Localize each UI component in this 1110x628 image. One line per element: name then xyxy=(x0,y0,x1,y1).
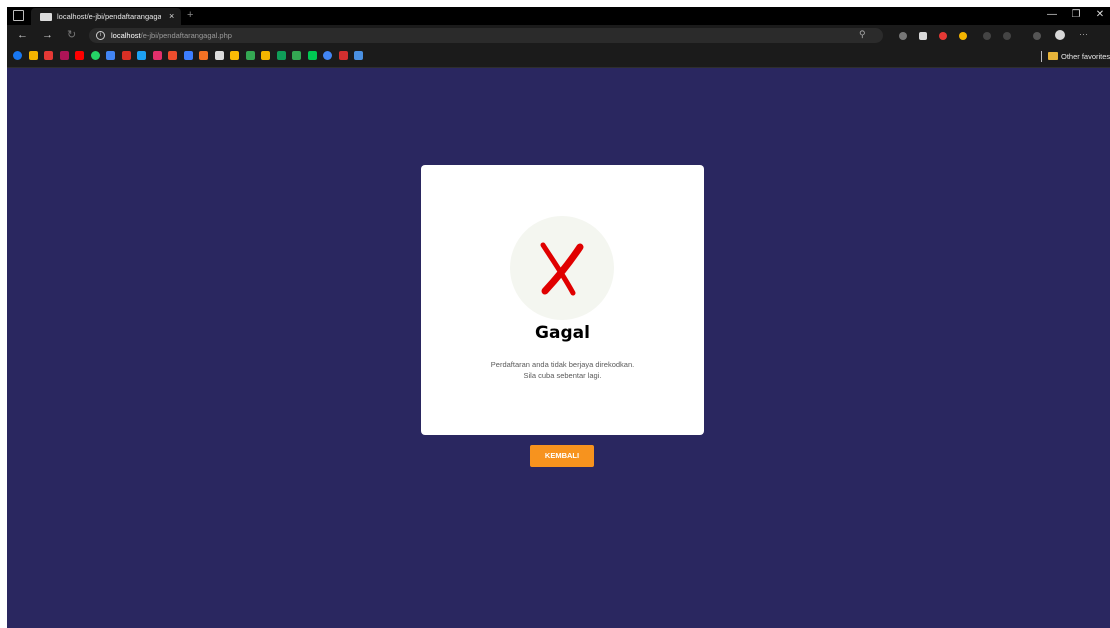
bookmark-shield-icon[interactable] xyxy=(59,51,69,60)
bookmark-google-icon[interactable] xyxy=(323,51,332,60)
bookmark-drive-icon[interactable] xyxy=(245,51,255,60)
tab-active[interactable]: localhost/e-jbi/pendaftarangagal.php × xyxy=(31,8,181,25)
refresh-icon[interactable]: ↻ xyxy=(67,28,76,42)
bookmark-flag-icon[interactable] xyxy=(44,51,53,60)
status-circle xyxy=(510,216,614,320)
address-bar[interactable]: i localhost/e-jbi/pendaftarangagal.php ⚲ xyxy=(89,28,883,43)
other-favorites-link[interactable]: Other favorites xyxy=(1061,51,1110,62)
bookmarks-bar: Other favorites xyxy=(7,46,1110,68)
back-icon[interactable]: ← xyxy=(17,28,28,42)
bookmark-link-icon[interactable] xyxy=(338,51,348,60)
profile-avatar-icon[interactable] xyxy=(1055,30,1065,40)
close-window-icon[interactable]: ✕ xyxy=(1089,9,1110,21)
message-line-1: Perdaftaran anda tidak berjaya direkodka… xyxy=(490,360,635,369)
site-info-icon[interactable]: i xyxy=(96,31,105,40)
result-card: Gagal Perdaftaran anda tidak berjaya dir… xyxy=(421,165,704,435)
browser-window: localhost/e-jbi/pendaftarangagal.php × +… xyxy=(7,7,1110,628)
title-bar: localhost/e-jbi/pendaftarangagal.php × +… xyxy=(7,7,1110,25)
tab-actions-icon[interactable] xyxy=(13,10,24,21)
read-aloud-icon[interactable] xyxy=(899,32,907,40)
page-title: Gagal xyxy=(535,323,590,343)
x-mark-icon xyxy=(540,242,584,296)
zoom-icon[interactable]: ⚲ xyxy=(859,29,866,40)
bookmark-instagram-icon[interactable] xyxy=(152,51,162,60)
favorites-icon[interactable] xyxy=(1003,32,1011,40)
bookmark-chrome-icon[interactable] xyxy=(28,51,38,60)
bookmark-chart-icon[interactable] xyxy=(230,51,239,60)
extension-icon[interactable] xyxy=(919,32,927,40)
bookmarks-divider xyxy=(1041,51,1042,62)
tab-close-icon[interactable]: × xyxy=(169,10,174,22)
extension-icon[interactable] xyxy=(959,32,967,40)
bookmark-shopee-icon[interactable] xyxy=(168,51,177,60)
bookmark-lazada-icon[interactable] xyxy=(199,51,208,60)
bookmark-youtube-icon[interactable] xyxy=(75,51,84,60)
opera-icon[interactable] xyxy=(939,32,947,40)
minimize-icon[interactable]: — xyxy=(1041,9,1063,21)
bookmark-facebook-icon[interactable] xyxy=(13,51,22,60)
folder-icon[interactable] xyxy=(1048,52,1058,60)
bookmark-circle-icon[interactable] xyxy=(292,51,301,60)
forward-icon[interactable]: → xyxy=(42,28,53,42)
back-button[interactable]: KEMBALI xyxy=(530,445,594,467)
address-toolbar: ← → ↻ i localhost/e-jbi/pendaftarangagal… xyxy=(7,25,1110,46)
bookmark-docs-icon[interactable] xyxy=(106,51,115,60)
bookmark-mail-icon[interactable] xyxy=(214,51,224,60)
more-icon[interactable]: ··· xyxy=(1079,29,1088,39)
bookmark-whatsapp-icon[interactable] xyxy=(90,51,100,60)
status-message: Perdaftaran anda tidak berjaya direkodka… xyxy=(421,359,704,381)
tab-title: localhost/e-jbi/pendaftarangagal.php xyxy=(57,12,161,21)
bookmark-mail-blue-icon[interactable] xyxy=(354,51,363,60)
restore-icon[interactable]: ❐ xyxy=(1065,9,1087,21)
url-text[interactable]: localhost/e-jbi/pendaftarangagal.php xyxy=(111,30,232,41)
bookmark-card-icon[interactable] xyxy=(261,51,270,60)
tab-favicon-icon xyxy=(40,13,52,21)
bookmark-gmail-icon[interactable] xyxy=(121,51,131,60)
bookmark-twitter-icon[interactable] xyxy=(137,51,146,60)
collections-icon[interactable] xyxy=(1033,32,1041,40)
extension-icon[interactable] xyxy=(983,32,991,40)
bookmark-shield-green-icon[interactable] xyxy=(307,51,317,60)
message-line-2: Sila cuba sebentar lagi. xyxy=(523,371,602,380)
new-tab-icon[interactable]: + xyxy=(187,9,193,21)
bookmark-tasks-icon[interactable] xyxy=(183,51,193,60)
bookmark-sheets-icon[interactable] xyxy=(276,51,286,60)
